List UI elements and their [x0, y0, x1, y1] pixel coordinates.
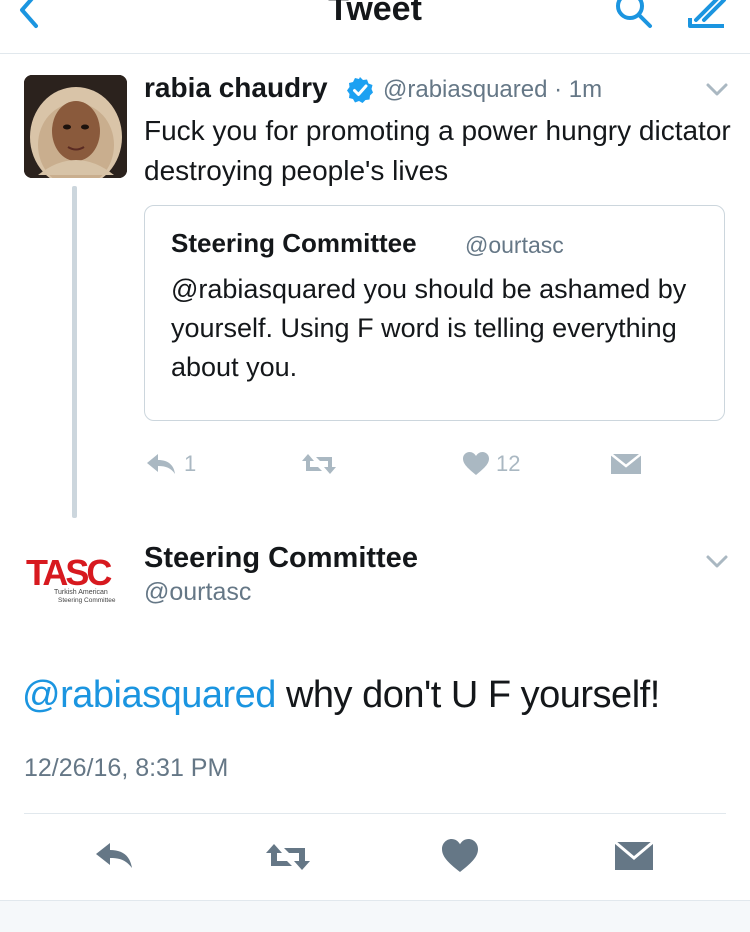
- logo-subtext-1: Turkish American: [54, 589, 108, 596]
- reply-button[interactable]: [92, 836, 136, 876]
- tweet-text: @rabiasquared why don't U F yourself!: [22, 674, 660, 717]
- tasc-logo[interactable]: TASC Turkish American Steering Committee: [24, 552, 128, 604]
- divider: [24, 813, 726, 814]
- quoted-tweet-text: @rabiasquared you should be ashamed by y…: [171, 274, 687, 382]
- tweet-timestamp: 12/26/16, 8:31 PM: [24, 754, 229, 782]
- author-handle-and-time[interactable]: @rabiasquared · 1m: [383, 76, 602, 104]
- envelope-icon: [610, 453, 642, 474]
- retweet-button[interactable]: [264, 836, 310, 876]
- avatar[interactable]: [24, 75, 127, 178]
- quoted-tweet-card[interactable]: Steering Committee @ourtasc @rabiasquare…: [144, 205, 725, 421]
- direct-message-button[interactable]: [610, 446, 642, 482]
- tweet-body: why don't U F yourself!: [275, 674, 660, 716]
- reply-count: 1: [184, 451, 197, 476]
- author-handle[interactable]: @rabiasquared: [383, 76, 547, 103]
- reply-button[interactable]: 1: [144, 446, 196, 482]
- tweet-time: · 1m: [547, 76, 603, 103]
- quoted-author-name: Steering Committee: [171, 228, 417, 258]
- retweet-icon: [302, 454, 336, 474]
- tweet-actions: 1 12: [144, 446, 734, 482]
- envelope-icon: [614, 840, 654, 870]
- reply-icon: [147, 454, 175, 474]
- chevron-down-icon[interactable]: [704, 80, 730, 100]
- search-icon[interactable]: [612, 0, 656, 32]
- author-name[interactable]: Steering Committee: [144, 542, 418, 575]
- like-count: 12: [496, 451, 521, 476]
- logo-subtext-2: Steering Committee: [58, 597, 116, 604]
- retweet-button[interactable]: [300, 446, 338, 482]
- retweet-icon: [266, 844, 310, 870]
- tweet-text: Fuck you for promoting a power hungry di…: [144, 115, 731, 186]
- author-name[interactable]: rabia chaudry: [144, 72, 328, 104]
- author-handle[interactable]: @ourtasc: [144, 578, 251, 607]
- reply-icon: [96, 843, 132, 868]
- like-button[interactable]: 12: [462, 446, 520, 482]
- mention-link[interactable]: @rabiasquared: [22, 674, 276, 716]
- quoted-author-handle: @ourtasc: [465, 232, 564, 258]
- chevron-down-icon[interactable]: [704, 552, 730, 572]
- thread-line: [72, 186, 77, 518]
- header-bar: Tweet: [0, 0, 750, 54]
- logo-text: TASC: [26, 552, 112, 593]
- like-button[interactable]: [440, 836, 484, 876]
- footer-bar: [0, 900, 750, 932]
- heart-icon: [463, 452, 489, 475]
- verified-badge-icon: [346, 76, 374, 104]
- direct-message-button[interactable]: [612, 836, 656, 876]
- compose-tweet-icon[interactable]: [684, 0, 728, 32]
- heart-icon: [442, 839, 478, 872]
